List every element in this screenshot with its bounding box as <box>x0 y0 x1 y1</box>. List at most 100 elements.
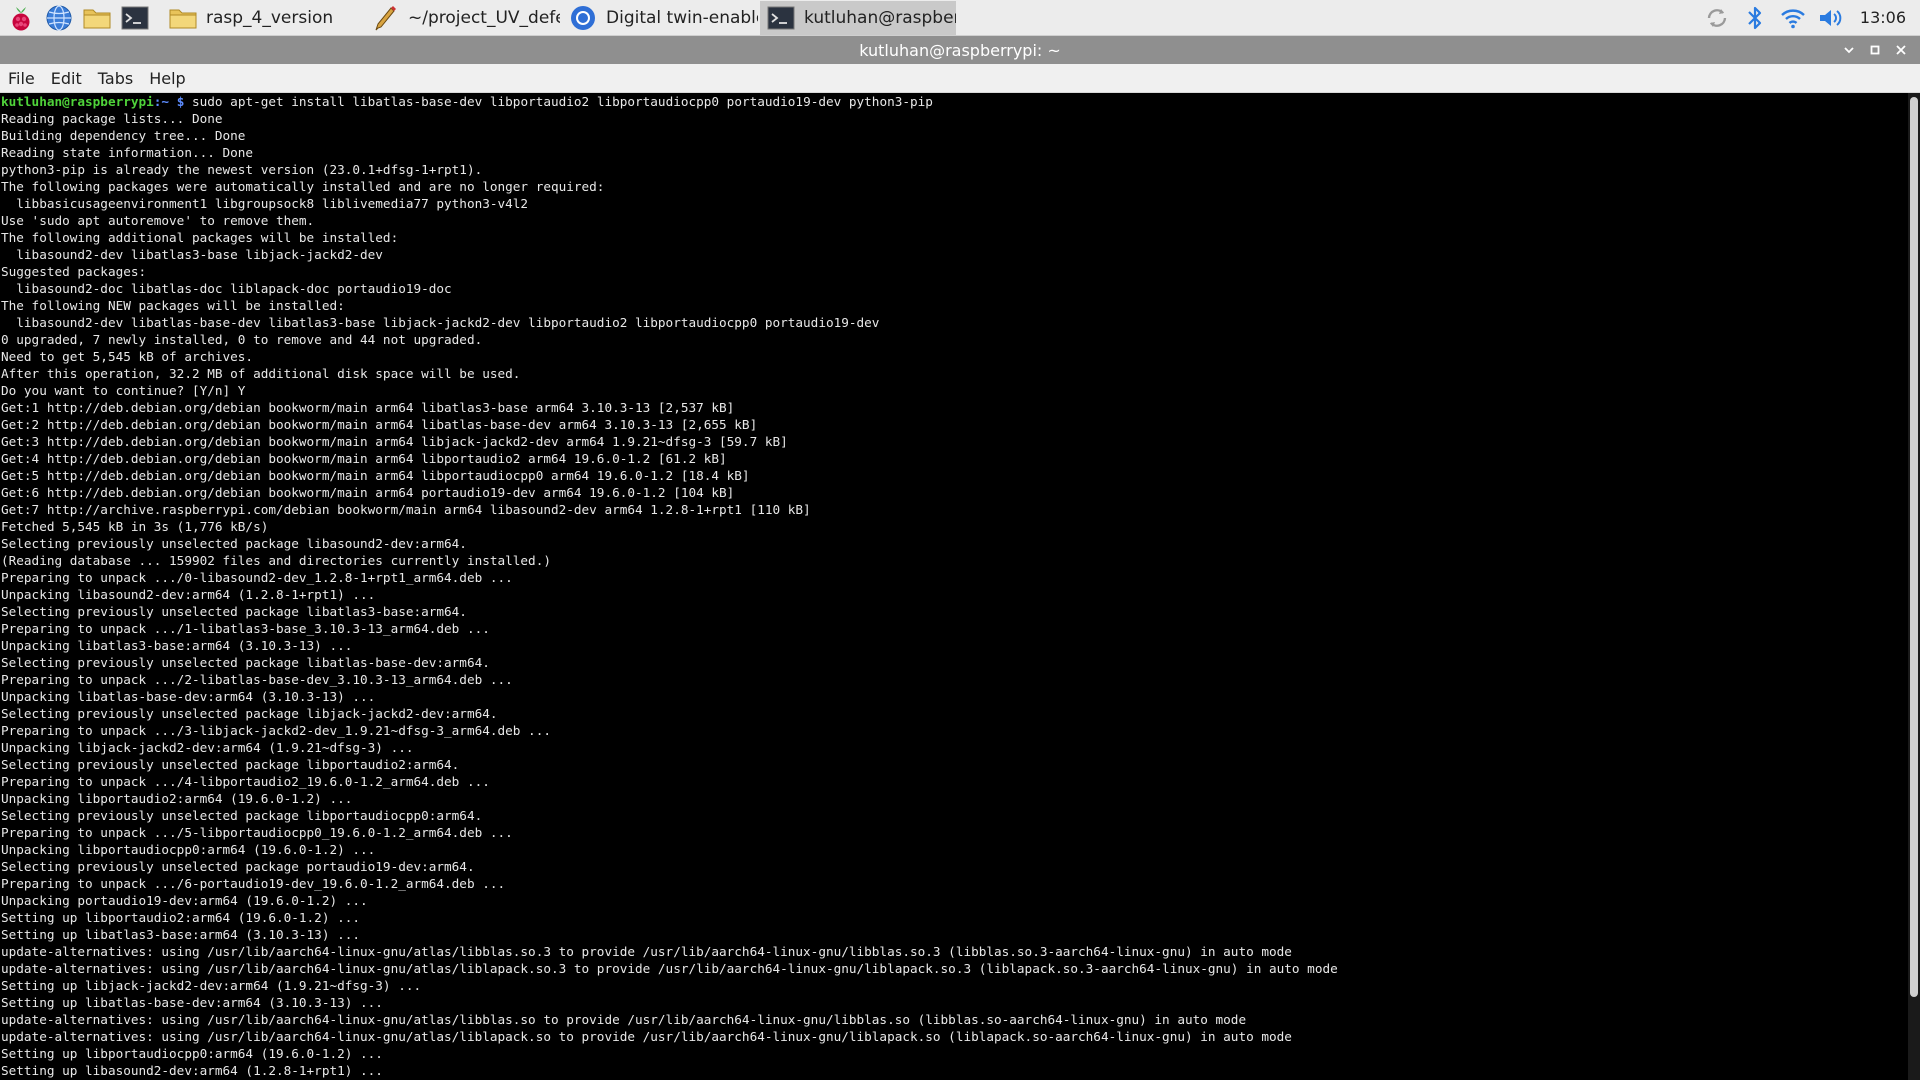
menu-help[interactable]: Help <box>141 64 193 93</box>
terminal-line: libasound2-dev libatlas3-base libjack-ja… <box>1 247 383 262</box>
terminal-line: Unpacking libportaudio2:arm64 (19.6.0-1.… <box>1 791 353 806</box>
terminal-line: Need to get 5,545 kB of archives. <box>1 349 254 364</box>
task-label: rasp_4_version <box>206 7 334 28</box>
task-label: kutluhan@raspberry.. <box>804 7 956 28</box>
task-label: Digital twin-enabled .. <box>606 7 758 28</box>
terminal-line: Use 'sudo apt autoremove' to remove them… <box>1 213 315 228</box>
terminal-line: Setting up libatlas-base-dev:arm64 (3.10… <box>1 995 383 1010</box>
update-sync-icon[interactable] <box>1698 0 1736 36</box>
terminal-line: 0 upgraded, 7 newly installed, 0 to remo… <box>1 332 483 347</box>
prompt-user: kutluhan@raspberrypi <box>1 94 154 109</box>
window-titlebar[interactable]: kutluhan@raspberrypi: ~ <box>0 36 1920 64</box>
task-chromium[interactable]: Digital twin-enabled .. <box>562 1 758 35</box>
terminal-line: update-alternatives: using /usr/lib/aarc… <box>1 961 1338 976</box>
terminal-line: Selecting previously unselected package … <box>1 536 467 551</box>
menu-file[interactable]: File <box>0 64 43 93</box>
terminal-line: Get:5 http://deb.debian.org/debian bookw… <box>1 468 750 483</box>
raspberry-menu-icon[interactable] <box>4 1 38 35</box>
terminal-line: libasound2-dev libatlas-base-dev libatla… <box>1 315 880 330</box>
terminal-line: Get:6 http://deb.debian.org/debian bookw… <box>1 485 735 500</box>
terminal-line: update-alternatives: using /usr/lib/aarc… <box>1 1012 1247 1027</box>
terminal-line: Setting up libatlas3-base:arm64 (3.10.3-… <box>1 927 361 942</box>
terminal-line: Unpacking libasound2-dev:arm64 (1.2.8-1+… <box>1 587 376 602</box>
command-text: sudo apt-get install libatlas-base-dev l… <box>184 94 933 109</box>
terminal-line: Reading state information... Done <box>1 145 254 160</box>
terminal-line: Building dependency tree... Done <box>1 128 246 143</box>
terminal-line: Preparing to unpack .../2-libatlas-base-… <box>1 672 513 687</box>
system-tray: 13:06 <box>1698 0 1920 36</box>
terminal-line: Suggested packages: <box>1 264 147 279</box>
minimize-button[interactable] <box>1836 36 1862 64</box>
wifi-icon[interactable] <box>1774 0 1812 36</box>
terminal-icon[interactable] <box>118 1 152 35</box>
terminal-line: python3-pip is already the newest versio… <box>1 162 483 177</box>
terminal-line: After this operation, 32.2 MB of additio… <box>1 366 521 381</box>
maximize-button[interactable] <box>1862 36 1888 64</box>
terminal-line: Setting up libjack-jackd2-dev:arm64 (1.9… <box>1 978 422 993</box>
chevron-down-icon <box>1844 47 1854 54</box>
volume-icon[interactable] <box>1812 0 1850 36</box>
terminal-line: Selecting previously unselected package … <box>1 655 490 670</box>
terminal-line: Preparing to unpack .../6-portaudio19-de… <box>1 876 506 891</box>
task-folder-rasp4[interactable]: rasp_4_version <box>162 1 362 35</box>
terminal-line: The following packages were automaticall… <box>1 179 605 194</box>
close-button[interactable] <box>1888 36 1914 64</box>
terminal-line: Preparing to unpack .../4-libportaudio2_… <box>1 774 490 789</box>
terminal-icon <box>766 4 796 32</box>
task-label: ~/project_UV_defect/.. <box>408 7 560 28</box>
chromium-icon <box>568 4 598 32</box>
terminal-line: Preparing to unpack .../5-libportaudiocp… <box>1 825 513 840</box>
terminal-line: update-alternatives: using /usr/lib/aarc… <box>1 1029 1292 1044</box>
terminal-scrollbar[interactable] <box>1908 93 1920 1080</box>
terminal-line: Selecting previously unselected package … <box>1 706 498 721</box>
command-line: kutluhan@raspberrypi:~ $ sudo apt-get in… <box>1 93 1908 110</box>
task-text-editor[interactable]: ~/project_UV_defect/.. <box>364 1 560 35</box>
taskbar: rasp_4_version ~/project_UV_defect/.. Di… <box>0 0 1920 36</box>
terminal-line: Do you want to continue? [Y/n] Y <box>1 383 246 398</box>
folder-icon <box>168 4 198 32</box>
terminal-line: libbasicusageenvironment1 libgroupsock8 … <box>1 196 529 211</box>
terminal-line: Unpacking libatlas-base-dev:arm64 (3.10.… <box>1 689 376 704</box>
terminal-line: Unpacking libjack-jackd2-dev:arm64 (1.9.… <box>1 740 414 755</box>
terminal-line: The following additional packages will b… <box>1 230 399 245</box>
terminal-line: Selecting previously unselected package … <box>1 604 467 619</box>
terminal-line: Setting up libportaudio2:arm64 (19.6.0-1… <box>1 910 361 925</box>
output-lines: Reading package lists... Done Building de… <box>1 110 1908 1079</box>
terminal-line: Reading package lists... Done <box>1 111 223 126</box>
terminal-line: Selecting previously unselected package … <box>1 757 460 772</box>
clock[interactable]: 13:06 <box>1850 8 1920 27</box>
prompt-path: :~ $ <box>153 94 185 109</box>
terminal-line: Selecting previously unselected package … <box>1 859 475 874</box>
window-title: kutluhan@raspberrypi: ~ <box>859 40 1061 60</box>
window-controls <box>1836 36 1914 64</box>
terminal-line: Preparing to unpack .../1-libatlas3-base… <box>1 621 490 636</box>
terminal-line: Get:4 http://deb.debian.org/debian bookw… <box>1 451 727 466</box>
terminal-line: Get:3 http://deb.debian.org/debian bookw… <box>1 434 788 449</box>
terminal-line: The following NEW packages will be insta… <box>1 298 345 313</box>
scrollbar-thumb[interactable] <box>1910 97 1918 997</box>
terminal-line: Preparing to unpack .../3-libjack-jackd2… <box>1 723 551 738</box>
maximize-icon <box>1870 45 1880 55</box>
terminal-output-area[interactable]: kutluhan@raspberrypi:~ $ sudo apt-get in… <box>0 93 1908 1080</box>
close-icon <box>1896 45 1906 55</box>
terminal-line: Unpacking libportaudiocpp0:arm64 (19.6.0… <box>1 842 376 857</box>
terminal-line: Setting up libasound2-dev:arm64 (1.2.8-1… <box>1 1063 383 1078</box>
menu-bar: File Edit Tabs Help <box>0 64 1920 93</box>
terminal-line: Unpacking portaudio19-dev:arm64 (19.6.0-… <box>1 893 368 908</box>
text-editor-icon <box>370 4 400 32</box>
menu-tabs[interactable]: Tabs <box>90 64 141 93</box>
terminal-line: Get:2 http://deb.debian.org/debian bookw… <box>1 417 758 432</box>
terminal-line: Selecting previously unselected package … <box>1 808 483 823</box>
terminal-line: Setting up libportaudiocpp0:arm64 (19.6.… <box>1 1046 383 1061</box>
browser-globe-icon[interactable] <box>42 1 76 35</box>
task-terminal[interactable]: kutluhan@raspberry.. <box>760 0 956 35</box>
terminal-line: update-alternatives: using /usr/lib/aarc… <box>1 944 1292 959</box>
terminal-text: kutluhan@raspberrypi:~ $ sudo apt-get in… <box>0 93 1908 1079</box>
file-manager-icon[interactable] <box>80 1 114 35</box>
terminal-line: libasound2-doc libatlas-doc liblapack-do… <box>1 281 452 296</box>
menu-edit[interactable]: Edit <box>43 64 90 93</box>
terminal-line: Fetched 5,545 kB in 3s (1,776 kB/s) <box>1 519 269 534</box>
bluetooth-icon[interactable] <box>1736 0 1774 36</box>
terminal-line: Unpacking libatlas3-base:arm64 (3.10.3-1… <box>1 638 353 653</box>
terminal-line: Preparing to unpack .../0-libasound2-dev… <box>1 570 513 585</box>
